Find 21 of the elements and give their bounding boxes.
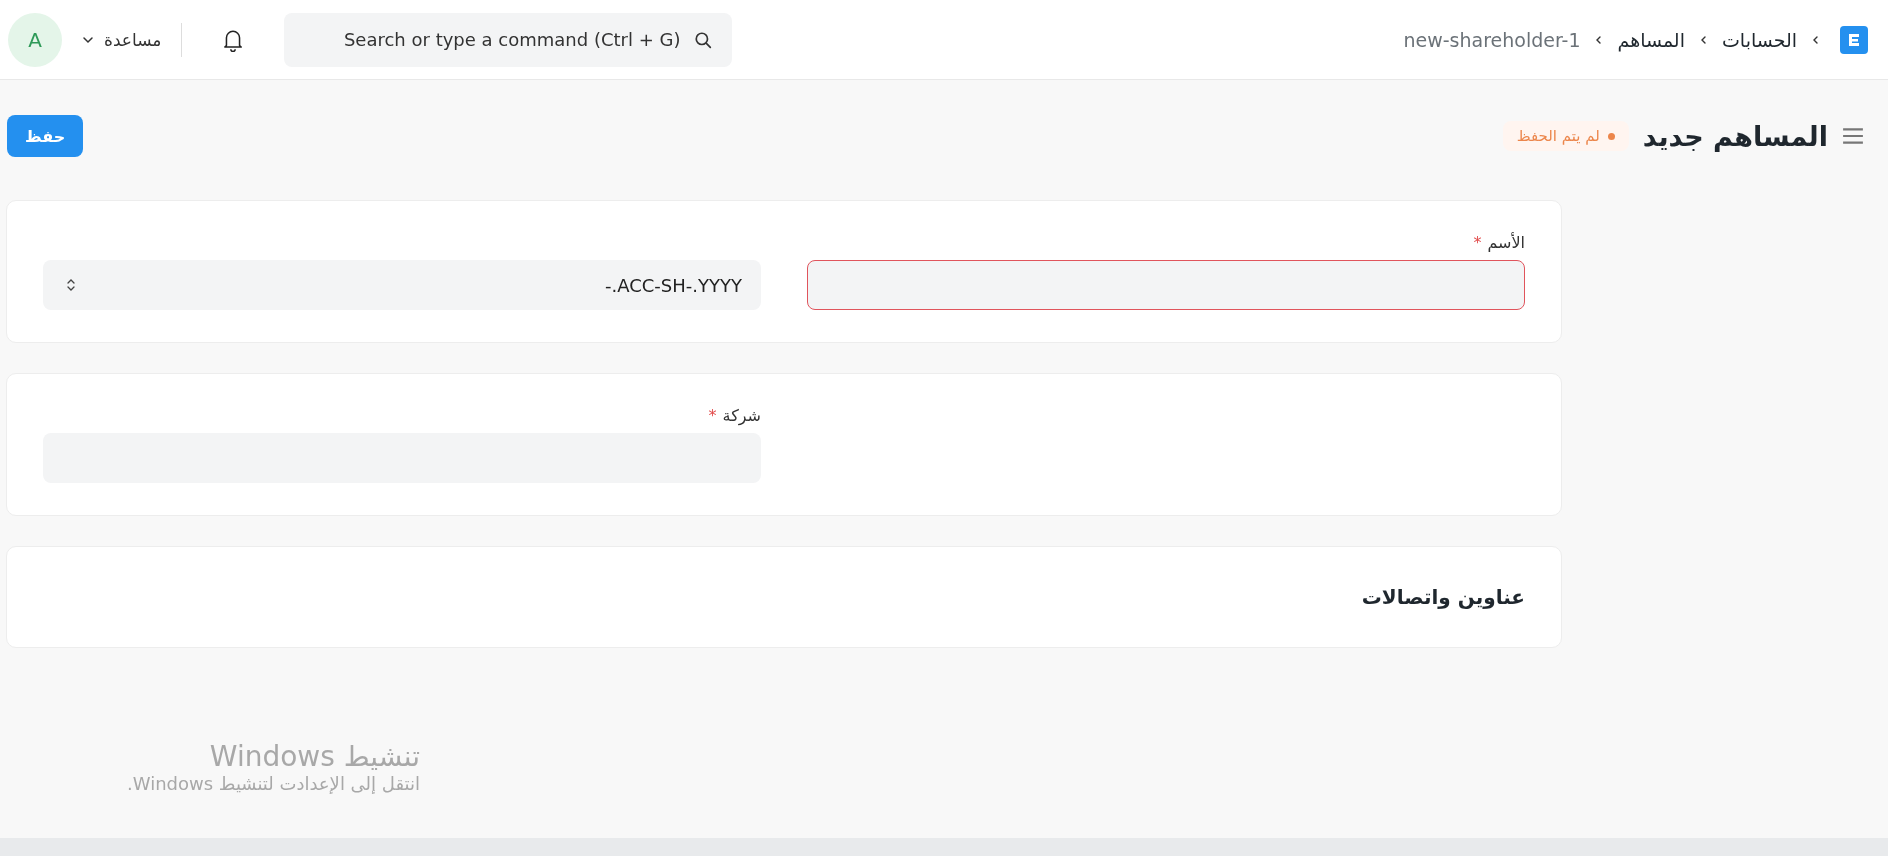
breadcrumb-link[interactable]: المساهم	[1617, 28, 1685, 51]
breadcrumb-link[interactable]: new-shareholder-1	[1403, 28, 1581, 51]
required-mark: *	[708, 406, 717, 425]
caret-icon	[82, 35, 94, 44]
section-heading[interactable]: عناوين واتصالات	[43, 579, 1525, 615]
page-title: المساهم جديد	[1642, 120, 1828, 152]
app-logo-icon[interactable]	[1840, 25, 1868, 54]
help-dropdown[interactable]: مساعدة	[82, 29, 162, 50]
field-label: الأسم	[1487, 233, 1525, 252]
menu-icon[interactable]	[1842, 127, 1864, 145]
status-indicator: لم يتم الحفظ	[1502, 121, 1629, 151]
required-mark: *	[1473, 233, 1482, 252]
up-down-chevron-icon	[66, 277, 76, 293]
search-icon	[694, 30, 713, 49]
select-field[interactable]: -.ACC-SH-.YYYY	[43, 260, 761, 310]
breadcrumb-link[interactable]: الحسابات	[1721, 28, 1797, 51]
activation-message: انتقل إلى الإعدادت لتنشيط Windows.	[126, 773, 420, 794]
field-label: شركة	[722, 406, 761, 425]
input-field[interactable]	[807, 260, 1525, 310]
activation-title: تنشيط Windows	[208, 740, 420, 773]
search-field[interactable]: Search or type a command (Ctrl + G)	[284, 12, 733, 67]
